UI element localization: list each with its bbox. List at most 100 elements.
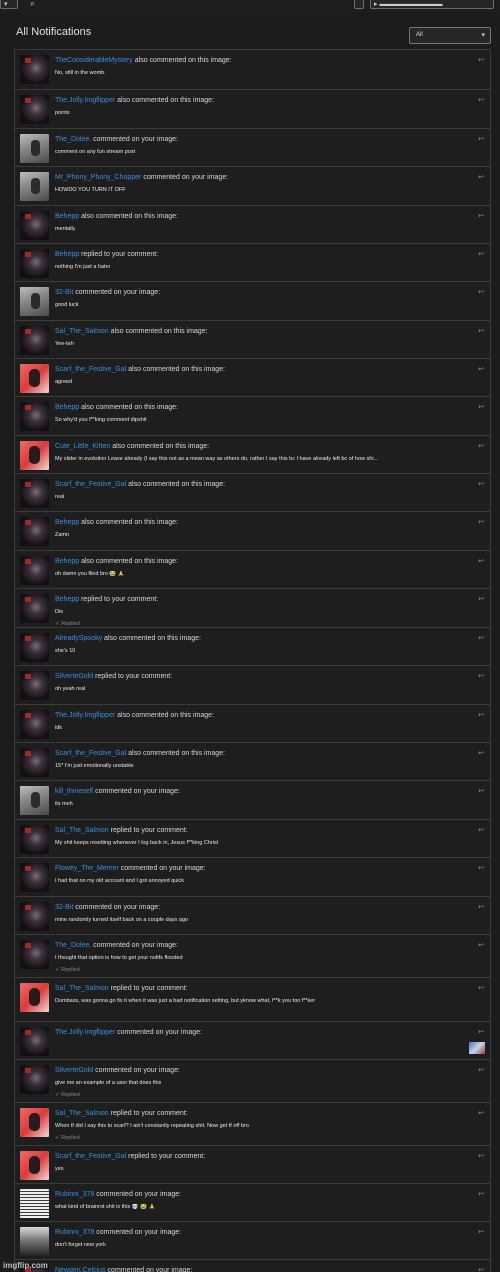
avatar[interactable] <box>20 249 49 278</box>
reply-icon[interactable]: ↩︎ <box>478 826 484 834</box>
avatar[interactable] <box>20 594 49 623</box>
username-link[interactable]: The_Dolee. <box>55 942 91 949</box>
reply-icon[interactable]: ↩︎ <box>478 250 484 258</box>
notification-message[interactable]: nothing I'm just a hater <box>55 264 110 271</box>
avatar[interactable] <box>20 1151 49 1180</box>
reply-icon[interactable]: ↩︎ <box>478 941 484 949</box>
notification-message[interactable]: points <box>55 110 70 117</box>
notification-message[interactable]: real <box>55 494 64 501</box>
notification-row[interactable]: Newgen.Celcius commented on your image: ↩… <box>15 1260 490 1272</box>
reply-icon[interactable]: ↩︎ <box>478 1066 484 1074</box>
reply-icon[interactable]: ↩︎ <box>478 1028 484 1036</box>
username-link[interactable]: kill_thineself <box>55 788 93 795</box>
avatar[interactable] <box>20 479 49 508</box>
notification-row[interactable]: Rubinni_378 commented on your image: don'… <box>15 1222 490 1260</box>
username-link[interactable]: The.Jolly.Imgflipper <box>55 712 115 719</box>
notification-message[interactable]: My slider in evolution Leave already (I … <box>55 456 378 463</box>
avatar[interactable] <box>20 55 49 84</box>
avatar[interactable] <box>20 326 49 355</box>
username-link[interactable]: Behepp <box>55 558 79 565</box>
reply-icon[interactable]: ↩︎ <box>478 787 484 795</box>
username-link[interactable]: SilverteGold <box>55 1067 93 1074</box>
notification-message[interactable]: yes <box>55 1166 64 1173</box>
reply-icon[interactable]: ↩︎ <box>478 1228 484 1236</box>
username-link[interactable]: Mr_Phony_Phony_Chopper <box>55 174 141 181</box>
avatar[interactable] <box>20 172 49 201</box>
avatar[interactable] <box>20 517 49 546</box>
reply-icon[interactable]: ↩︎ <box>478 672 484 680</box>
avatar[interactable] <box>20 287 49 316</box>
notification-message[interactable]: give me an example of a user that does t… <box>55 1080 161 1087</box>
notification-row[interactable]: Scarf_the_Festive_Gal replied to your co… <box>15 1146 490 1184</box>
reply-icon[interactable]: ↩︎ <box>478 1109 484 1117</box>
notification-message[interactable]: oh damn you filed bro 😭 🙏 <box>55 571 125 578</box>
notification-row[interactable]: The_Dolee. commented on your image: comme… <box>15 129 490 167</box>
notification-message[interactable]: what kind of brainrot shit is this 💀 😭 🙏 <box>55 1204 155 1211</box>
avatar[interactable] <box>20 748 49 777</box>
notification-row[interactable]: Behepp also commented on this image: ment… <box>15 206 490 244</box>
notification-row[interactable]: TheConsiderableMystery also commented on… <box>15 50 490 90</box>
reply-icon[interactable]: ↩︎ <box>478 864 484 872</box>
notification-row[interactable]: Behepp also commented on this image: Zamn… <box>15 512 490 551</box>
reply-icon[interactable]: ↩︎ <box>478 173 484 181</box>
username-link[interactable]: 32-Bit <box>55 904 73 911</box>
reply-icon[interactable]: ↩︎ <box>478 365 484 373</box>
username-link[interactable]: Behepp <box>55 404 79 411</box>
notification-message[interactable]: Yee-teh <box>55 341 74 348</box>
notification-message[interactable]: agreed <box>55 379 72 386</box>
notification-row[interactable]: Behepp replied to your comment: nothing I… <box>15 244 490 282</box>
username-link[interactable]: Sal_The_Salmon <box>55 985 109 992</box>
notification-message[interactable]: idk <box>55 725 62 732</box>
image-thumbnail[interactable] <box>469 1042 485 1054</box>
reply-icon[interactable]: ↩︎ <box>478 288 484 296</box>
notification-row[interactable]: 32-Bit commented on your image: mine rand… <box>15 897 490 935</box>
notification-row[interactable]: The.Jolly.Imgflipper commented on your i… <box>15 1022 490 1060</box>
username-link[interactable]: Sal_The_Salmon <box>55 1110 109 1117</box>
username-link[interactable]: Rubinni_378 <box>55 1229 94 1236</box>
username-link[interactable]: The_Dolee. <box>55 136 91 143</box>
menu-dropdown[interactable]: ▾ <box>0 0 18 9</box>
avatar[interactable] <box>20 633 49 662</box>
avatar[interactable] <box>20 211 49 240</box>
avatar[interactable] <box>20 364 49 393</box>
avatar[interactable] <box>20 1065 49 1094</box>
notification-message[interactable]: its meh <box>55 801 73 808</box>
notification-row[interactable]: Sal_The_Salmon replied to your comment: M… <box>15 820 490 858</box>
notification-message[interactable]: mine randomly turned itself back on a co… <box>55 917 188 924</box>
avatar[interactable] <box>20 1108 49 1137</box>
username-link[interactable]: Behepp <box>55 596 79 603</box>
reply-icon[interactable]: ↩︎ <box>478 711 484 719</box>
notification-message[interactable]: good luck <box>55 302 79 309</box>
reply-icon[interactable]: ↩︎ <box>478 634 484 642</box>
reply-icon[interactable]: ↩︎ <box>478 1190 484 1198</box>
username-link[interactable]: 32-Bit <box>55 289 73 296</box>
notification-row[interactable]: Behepp replied to your comment: Die ✓ Repl… <box>15 589 490 628</box>
reply-icon[interactable]: ↩︎ <box>478 403 484 411</box>
username-link[interactable]: Scarf_the_Festive_Gal <box>55 366 126 373</box>
notification-message[interactable]: When tf did I say this to scarf? I ain't… <box>55 1123 249 1130</box>
reply-icon[interactable]: ↩︎ <box>478 212 484 220</box>
username-link[interactable]: The.Jolly.Imgflipper <box>55 1029 115 1036</box>
avatar[interactable] <box>20 825 49 854</box>
reply-icon[interactable]: ↩︎ <box>478 96 484 104</box>
notification-message[interactable]: Dumbass, was gonna go fix it when it was… <box>55 998 315 1005</box>
avatar[interactable] <box>20 671 49 700</box>
user-menu[interactable]: ▸ ▬▬▬▬▬▬▬▬▬ <box>370 0 494 9</box>
username-link[interactable]: Sal_The_Salmon <box>55 827 109 834</box>
username-link[interactable]: SilverteGold <box>55 673 93 680</box>
notification-message[interactable]: Zamn <box>55 532 69 539</box>
notification-message[interactable]: don't forget new york <box>55 1242 106 1249</box>
avatar[interactable] <box>20 1189 49 1218</box>
notification-message[interactable]: mentally <box>55 226 75 233</box>
username-link[interactable]: TheConsiderableMystery <box>55 57 133 64</box>
reply-icon[interactable]: ↩︎ <box>478 903 484 911</box>
notification-row[interactable]: Scarf_the_Festive_Gal also commented on … <box>15 474 490 512</box>
notification-message[interactable]: Die <box>55 609 63 616</box>
avatar[interactable] <box>20 134 49 163</box>
search-icon[interactable]: ⌕ <box>30 0 35 9</box>
avatar[interactable] <box>20 710 49 739</box>
notification-message[interactable]: 15* I'm just emotionally unstable <box>55 763 134 770</box>
avatar[interactable] <box>20 983 49 1012</box>
reply-icon[interactable]: ↩︎ <box>478 557 484 565</box>
username-link[interactable]: Newgen.Celcius <box>55 1267 106 1272</box>
